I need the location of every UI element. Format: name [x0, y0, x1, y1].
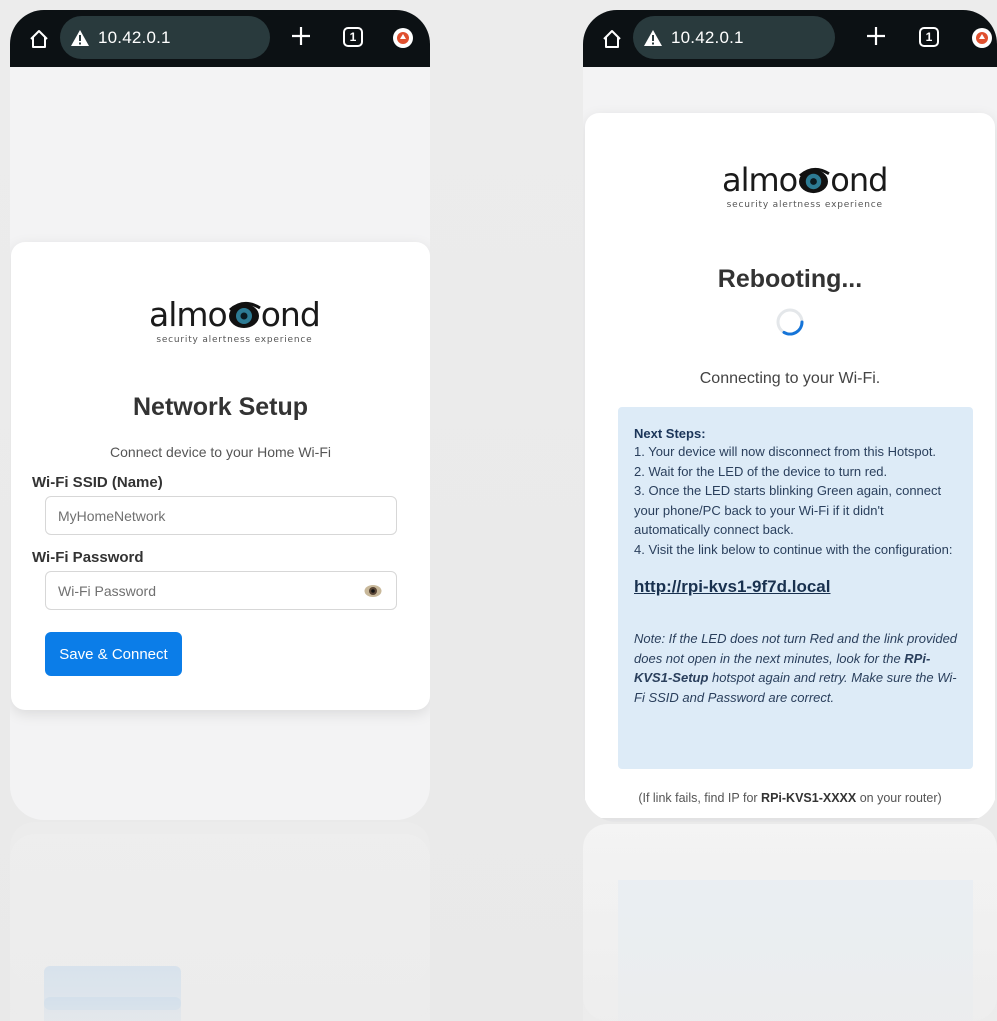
step-2: 2. Wait for the LED of the device to tur… [634, 463, 888, 479]
tabs-icon[interactable]: 1 [919, 27, 939, 47]
fallback-host: RPi-KVS1-XXXX [761, 791, 857, 805]
ssid-value: MyHomeNetwork [58, 507, 166, 524]
rebooting-card: almo ond security alertness experience R… [585, 113, 995, 818]
config-link[interactable]: http://rpi-kvs1-9f7d.local [634, 577, 958, 597]
new-tab-icon[interactable] [865, 25, 887, 47]
status-text: Connecting to your Wi-Fi. [699, 370, 881, 387]
logo-tagline: security alertness experience [726, 200, 883, 210]
url-text[interactable]: 10.42.0.1 [98, 28, 171, 48]
eye-icon[interactable] [364, 584, 382, 598]
address-bar[interactable]: 10.42.0.1 [633, 16, 835, 59]
next-steps-heading: Next Steps: [634, 426, 706, 441]
tabs-icon[interactable]: 1 [343, 27, 363, 47]
home-icon[interactable] [601, 28, 623, 50]
logo-wordmark: almo [149, 295, 228, 334]
ssid-label: Wi-Fi SSID (Name) [32, 474, 163, 491]
update-icon[interactable] [972, 28, 992, 48]
home-icon[interactable] [28, 28, 50, 50]
page-title: Rebooting... [717, 265, 863, 293]
phone-rebooting: 10.42.0.1 1 almo ond security alertness … [583, 10, 997, 822]
warning-icon[interactable] [70, 29, 90, 47]
ssid-input[interactable]: MyHomeNetwork [45, 496, 397, 535]
logo-tagline: security alertness experience [156, 335, 313, 345]
reflection-right [583, 824, 997, 1021]
address-bar[interactable]: 10.42.0.1 [60, 16, 270, 59]
update-icon[interactable] [393, 28, 413, 48]
page-title: Network Setup [132, 393, 309, 421]
network-setup-card: almo ond security alertness experience N… [11, 242, 430, 710]
spinner-icon [776, 308, 804, 336]
warning-icon[interactable] [643, 29, 663, 47]
step-3: 3. Once the LED starts blinking Green ag… [634, 483, 942, 537]
note-text: Note: If the LED does not turn Red and t… [634, 631, 958, 705]
almond-logo: almo ond security alertness experience [722, 161, 888, 210]
password-placeholder: Wi-Fi Password [58, 582, 157, 599]
browser-toolbar: 10.42.0.1 1 [10, 10, 430, 67]
eye-logo-icon [799, 167, 830, 194]
almond-logo: almo ond security alertness experience [149, 295, 321, 345]
password-label: Wi-Fi Password [32, 549, 144, 566]
eye-logo-icon [228, 302, 261, 328]
step-4: 4. Visit the link below to continue with… [634, 541, 953, 557]
step-1: 1. Your device will now disconnect from … [634, 444, 937, 459]
fallback-hint: (If link fails, find IP for RPi-KVS1-XXX… [638, 791, 942, 805]
password-input[interactable]: Wi-Fi Password [45, 571, 397, 610]
phone-network-setup: 10.42.0.1 1 almo ond security alertness … [10, 10, 430, 820]
next-steps-box: Next Steps: 1. Your device will now disc… [618, 407, 973, 769]
reflection-left [10, 822, 430, 1021]
save-connect-button[interactable]: Save & Connect [45, 632, 182, 676]
browser-toolbar: 10.42.0.1 1 [583, 10, 997, 67]
new-tab-icon[interactable] [290, 25, 312, 47]
page-subtitle: Connect device to your Home Wi-Fi [110, 444, 331, 460]
url-text[interactable]: 10.42.0.1 [671, 28, 744, 48]
logo-wordmark: almo [722, 161, 798, 199]
